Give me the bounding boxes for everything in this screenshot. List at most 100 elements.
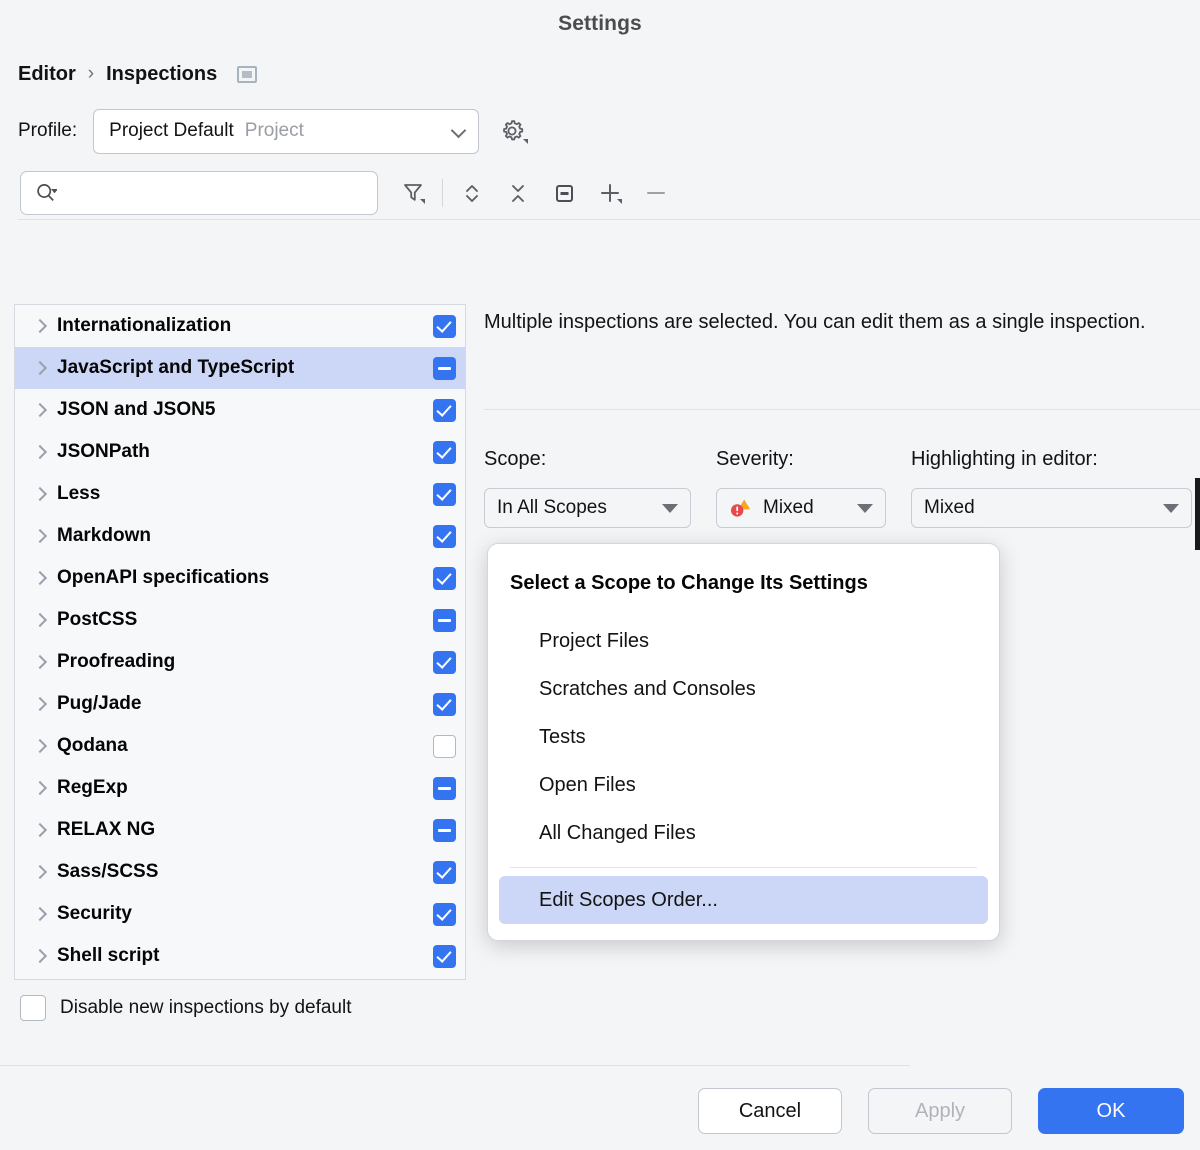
tree-row[interactable]: RegExp (15, 767, 465, 809)
profile-settings-button[interactable] (495, 114, 529, 148)
scope-label: Scope: (484, 448, 716, 471)
tree-row[interactable]: JavaScript and TypeScript (15, 347, 465, 389)
chevron-right-icon[interactable] (35, 615, 57, 625)
tree-row-checkbox[interactable] (433, 735, 456, 758)
chevron-right-icon[interactable] (35, 951, 57, 961)
reset-node-icon[interactable] (541, 171, 587, 215)
dialog-footer: Cancel Apply OK (698, 1088, 1184, 1134)
scope-select[interactable]: In All Scopes (484, 488, 691, 528)
popup-item[interactable]: Scratches and Consoles (499, 665, 988, 713)
chevron-right-icon[interactable] (35, 447, 57, 457)
tree-row[interactable]: PostCSS (15, 599, 465, 641)
panel-toggle-icon[interactable] (237, 66, 257, 83)
tree-row[interactable]: JSONPath (15, 431, 465, 473)
window-title: Settings (0, 0, 1200, 48)
popup-title: Select a Scope to Change Its Settings (488, 558, 999, 617)
tree-row-label: JSON and JSON5 (57, 399, 433, 421)
profile-kind: Project (245, 120, 304, 142)
profile-name: Project Default (109, 120, 234, 142)
tree-row[interactable]: Markdown (15, 515, 465, 557)
tree-row-checkbox[interactable] (433, 945, 456, 968)
tree-row-label: OpenAPI specifications (57, 567, 433, 589)
tree-row-checkbox[interactable] (433, 525, 456, 548)
apply-button[interactable]: Apply (868, 1088, 1012, 1134)
disable-new-inspections-row[interactable]: Disable new inspections by default (20, 995, 352, 1021)
tree-row-checkbox[interactable] (433, 357, 456, 380)
chevron-right-icon[interactable] (35, 741, 57, 751)
tree-row-label: Internationalization (57, 315, 433, 337)
highlighting-label: Highlighting in editor: (911, 448, 1200, 471)
tree-row-label: JSONPath (57, 441, 433, 463)
gear-icon (495, 114, 529, 148)
chevron-down-icon (662, 504, 678, 513)
tree-row[interactable]: Qodana (15, 725, 465, 767)
tree-row[interactable]: Pug/Jade (15, 683, 465, 725)
remove-icon[interactable] (633, 171, 679, 215)
tree-row-checkbox[interactable] (433, 399, 456, 422)
tree-row-label: PostCSS (57, 609, 433, 631)
breadcrumb-root[interactable]: Editor (18, 63, 76, 86)
tree-row-checkbox[interactable] (433, 483, 456, 506)
add-icon[interactable] (587, 171, 633, 215)
tree-row-label: Markdown (57, 525, 433, 547)
tree-row[interactable]: Proofreading (15, 641, 465, 683)
tree-row-checkbox[interactable] (433, 651, 456, 674)
search-field[interactable] (20, 171, 378, 215)
popup-item[interactable]: Project Files (499, 617, 988, 665)
chevron-right-icon[interactable] (35, 699, 57, 709)
popup-separator (510, 867, 977, 868)
popup-item-edit-scopes-order[interactable]: Edit Scopes Order... (499, 876, 988, 924)
chevron-right-icon[interactable] (35, 657, 57, 667)
tree-row[interactable]: Shell script (15, 935, 465, 977)
filter-icon[interactable] (390, 171, 436, 215)
chevron-right-icon[interactable] (35, 405, 57, 415)
chevron-right-icon[interactable] (35, 783, 57, 793)
profile-select[interactable]: Project Default Project (93, 109, 479, 154)
tree-row[interactable]: JSON and JSON5 (15, 389, 465, 431)
chevron-right-icon[interactable] (35, 321, 57, 331)
tree-row-checkbox[interactable] (433, 567, 456, 590)
highlighting-select[interactable]: Mixed (911, 488, 1192, 528)
tree-row-label: Security (57, 903, 433, 925)
inspection-tree[interactable]: Internationalization JavaScript and TypeS… (14, 304, 466, 980)
tree-row[interactable]: OpenAPI specifications (15, 557, 465, 599)
scope-popup-menu[interactable]: Select a Scope to Change Its Settings Pr… (487, 543, 1000, 941)
cancel-button[interactable]: Cancel (698, 1088, 842, 1134)
chevron-right-icon[interactable] (35, 531, 57, 541)
search-input[interactable] (63, 182, 377, 204)
chevron-right-icon[interactable] (35, 867, 57, 877)
chevron-right-icon[interactable] (35, 489, 57, 499)
popup-item[interactable]: Open Files (499, 761, 988, 809)
expand-collapse-icon[interactable] (449, 171, 495, 215)
tree-row-checkbox[interactable] (433, 441, 456, 464)
tree-row-label: Sass/SCSS (57, 861, 433, 883)
popup-item[interactable]: All Changed Files (499, 809, 988, 857)
vertical-scrollbar-thumb[interactable] (1195, 478, 1200, 550)
tree-row-checkbox[interactable] (433, 903, 456, 926)
chevron-right-icon[interactable] (35, 573, 57, 583)
tree-row[interactable]: Sass/SCSS (15, 851, 465, 893)
popup-items: Project FilesScratches and ConsolesTests… (488, 617, 999, 857)
tree-row[interactable]: Internationalization (15, 305, 465, 347)
tree-row-checkbox[interactable] (433, 861, 456, 884)
tree-row-checkbox[interactable] (433, 315, 456, 338)
tree-row[interactable]: RELAX NG (15, 809, 465, 851)
disable-new-inspections-label: Disable new inspections by default (60, 997, 352, 1019)
ok-button[interactable]: OK (1038, 1088, 1184, 1134)
chevron-right-icon[interactable] (35, 909, 57, 919)
severity-label: Severity: (716, 448, 911, 471)
tree-row-checkbox[interactable] (433, 609, 456, 632)
popup-item[interactable]: Tests (499, 713, 988, 761)
disable-new-inspections-checkbox[interactable] (20, 995, 46, 1021)
tree-row-checkbox[interactable] (433, 819, 456, 842)
tree-row-checkbox[interactable] (433, 693, 456, 716)
collapse-all-icon[interactable] (495, 171, 541, 215)
tree-row-label: RegExp (57, 777, 433, 799)
chevron-down-icon (1163, 504, 1179, 513)
severity-select[interactable]: Mixed (716, 488, 886, 528)
chevron-right-icon[interactable] (35, 363, 57, 373)
chevron-right-icon[interactable] (35, 825, 57, 835)
tree-row[interactable]: Less (15, 473, 465, 515)
tree-row-checkbox[interactable] (433, 777, 456, 800)
tree-row[interactable]: Security (15, 893, 465, 935)
